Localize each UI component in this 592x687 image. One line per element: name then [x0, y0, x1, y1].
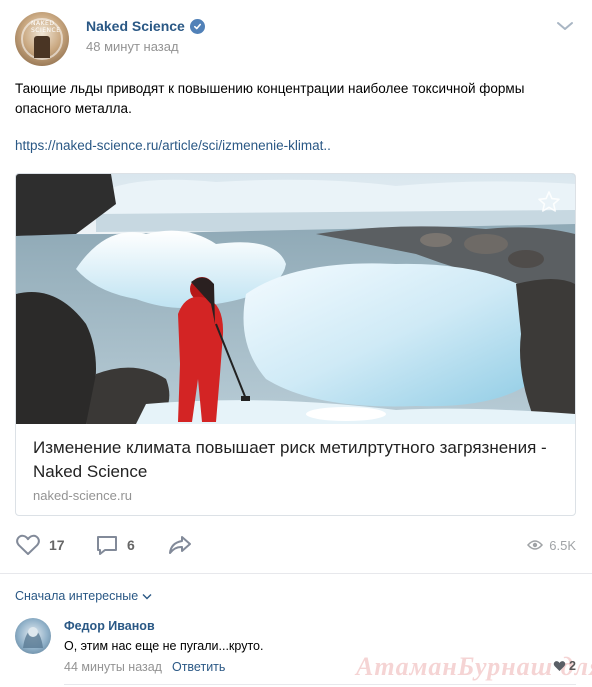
card-image[interactable] [16, 174, 575, 424]
views-counter: 6.5K [527, 530, 576, 560]
post-link[interactable]: https://naked-science.ru/article/sci/izm… [15, 138, 331, 153]
heart-icon [553, 661, 566, 671]
comment-count: 6 [127, 537, 135, 553]
avatar-figure [34, 36, 50, 58]
card-title[interactable]: Изменение климата повышает риск метилрту… [33, 436, 553, 484]
comment-like-count: 2 [569, 659, 576, 673]
comment-meta: 44 минуты назад Ответить [64, 660, 225, 674]
comments-sort-dropdown[interactable]: Сначала интересные [15, 589, 152, 603]
sort-label: Сначала интересные [15, 589, 139, 603]
verified-icon [189, 18, 205, 34]
eye-icon [527, 540, 544, 550]
chevron-down-icon [142, 593, 152, 599]
star-icon[interactable] [537, 190, 561, 214]
post: NAKED SCIENCE Naked Science 48 минут наз… [0, 0, 592, 687]
comment-avatar[interactable] [15, 618, 51, 654]
comment-button[interactable]: 6 [95, 530, 135, 560]
comment-like-button[interactable]: 2 [553, 659, 576, 673]
divider [0, 573, 592, 574]
like-count: 17 [49, 537, 65, 553]
share-button[interactable] [167, 530, 193, 560]
author-avatar[interactable]: NAKED SCIENCE [15, 12, 69, 66]
post-time[interactable]: 48 минут назад [86, 39, 179, 54]
card-domain: naked-science.ru [33, 488, 132, 503]
author-name-row: Naked Science [86, 18, 205, 34]
like-button[interactable]: 17 [15, 530, 65, 560]
post-actions: 17 6 6.5K [15, 530, 576, 560]
reply-button[interactable]: Ответить [172, 660, 225, 674]
heart-icon [16, 534, 40, 555]
views-count: 6.5K [549, 537, 576, 553]
comment-text: О, этим нас еще не пугали...круто. [64, 639, 264, 653]
avatar-caption: NAKED SCIENCE [31, 20, 61, 34]
post-text: Тающие льды приводят к повышению концент… [15, 81, 525, 116]
author-name[interactable]: Naked Science [86, 18, 185, 34]
link-card[interactable]: Изменение климата повышает риск метилрту… [15, 173, 576, 516]
comment-icon [97, 536, 117, 555]
share-icon [169, 536, 191, 554]
comment-author[interactable]: Федор Иванов [64, 619, 155, 633]
comment-time[interactable]: 44 минуты назад [64, 660, 162, 674]
chevron-down-icon[interactable] [556, 20, 574, 32]
comment-divider [64, 684, 576, 685]
